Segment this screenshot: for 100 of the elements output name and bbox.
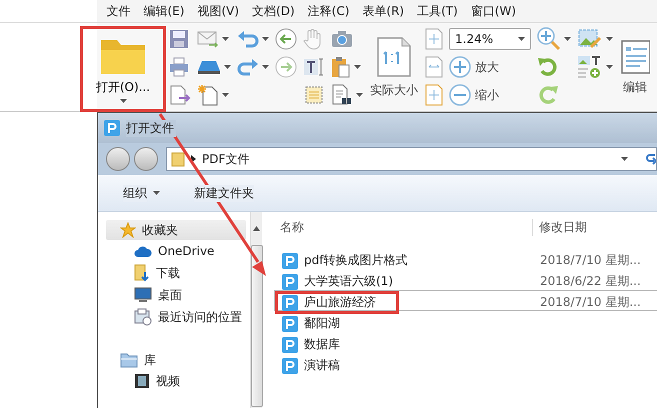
caret-icon[interactable] [224, 65, 231, 69]
nav-item[interactable]: OneDrive [106, 240, 250, 262]
camera-icon [331, 30, 353, 48]
zoom-out-button[interactable]: 缩小 [449, 84, 499, 106]
fit-page-icon [425, 28, 443, 50]
menu-item[interactable]: 表单(R) [356, 2, 411, 20]
image-edit-icon [577, 27, 603, 51]
column-header[interactable]: 名称 [274, 218, 532, 236]
file-name: 庐山旅游经济 [304, 294, 376, 311]
caret-icon[interactable] [262, 37, 269, 41]
file-row[interactable]: 鄱阳湖 [274, 311, 657, 332]
undo-icon [237, 29, 259, 49]
nav-group[interactable]: 收藏夹 [106, 220, 246, 240]
actual-size-icon [376, 36, 412, 78]
file-row[interactable]: 数据库 [274, 332, 657, 353]
back-button[interactable] [106, 147, 130, 171]
forward-button[interactable] [134, 147, 158, 171]
new-folder-button[interactable]: 新建文件夹 [194, 182, 254, 204]
recent-places-icon [134, 308, 152, 326]
hand-icon [303, 28, 323, 50]
file-row[interactable]: 演讲稿 [274, 353, 657, 374]
pdf-file-icon [282, 336, 298, 352]
nav-item[interactable]: 最近访问的位置 [106, 306, 250, 328]
file-name: 数据库 [304, 336, 340, 353]
caret-icon[interactable] [606, 65, 613, 69]
breadcrumb-arrow-icon [191, 155, 196, 163]
caret-icon[interactable] [356, 93, 363, 97]
nav-item[interactable]: 视频 [106, 370, 250, 392]
menu-item[interactable]: 窗口(W) [464, 2, 523, 20]
redo-icon [237, 57, 259, 77]
scrollbar-thumb[interactable] [250, 245, 262, 407]
menu-item[interactable]: 注释(C) [301, 2, 356, 20]
address-bar[interactable]: PDF文件 [166, 147, 657, 171]
star-icon [120, 222, 136, 238]
download-folder-icon [134, 264, 150, 282]
scrollbar[interactable] [250, 212, 262, 408]
caret-icon[interactable] [262, 65, 269, 69]
file-name: 大学英语六级(1) [304, 273, 393, 290]
file-date: 2018/7/10 星期... [539, 252, 642, 269]
caret-icon[interactable] [222, 93, 229, 97]
fit-width-icon [425, 56, 443, 78]
zoom-in-icon [537, 27, 561, 51]
menu-item[interactable]: 文档(D) [246, 2, 302, 20]
caret-icon[interactable] [606, 37, 613, 41]
plus-circle-icon [449, 56, 471, 78]
pdf-file-icon [282, 294, 298, 310]
envelope-icon [197, 30, 219, 48]
file-name: 鄱阳湖 [304, 315, 340, 332]
file-row[interactable]: pdf转换成图片格式 2018/7/10 星期... [274, 248, 657, 269]
new-document-icon [197, 84, 219, 106]
selection-frame-icon [303, 84, 325, 106]
zoom-field[interactable]: 1.24% [449, 28, 531, 50]
edit-button[interactable]: 编辑 [616, 38, 654, 96]
file-name: 演讲稿 [304, 357, 340, 374]
caret-icon[interactable] [518, 37, 525, 41]
minus-circle-icon [449, 84, 471, 106]
column-header[interactable]: 修改日期 [532, 218, 657, 236]
scroll-up-icon[interactable] [253, 226, 260, 231]
caret-icon[interactable] [153, 191, 160, 195]
document-search-icon [331, 84, 353, 106]
file-row[interactable]: 庐山旅游经济 2018/7/10 星期... [274, 290, 657, 311]
pdf-file-icon [282, 274, 298, 290]
desktop-icon [134, 287, 152, 303]
printer-icon [169, 57, 189, 77]
image-text-icon [577, 55, 603, 79]
caret-icon[interactable] [222, 37, 229, 41]
caret-icon[interactable] [621, 157, 628, 161]
actual-size-button[interactable]: 实际大小 [366, 36, 422, 98]
nav-item[interactable]: 下载 [106, 262, 250, 284]
nav-item[interactable]: 桌面 [106, 284, 250, 306]
file-row[interactable]: 大学英语六级(1) 2018/6/22 星期... [274, 269, 657, 290]
dialog-title: 打开文件 [126, 120, 176, 136]
address-path: PDF文件 [202, 150, 250, 168]
folder-icon [171, 151, 185, 167]
open-button[interactable]: 打开(O)... [80, 26, 166, 112]
nav-group[interactable]: 库 [106, 350, 246, 370]
cloud-icon [134, 244, 152, 258]
text-select-icon [303, 57, 325, 77]
fit-visible-icon [425, 84, 443, 106]
file-date: 2018/6/22 星期... [539, 273, 642, 290]
caret-icon[interactable] [354, 65, 361, 69]
pdf-file-icon [282, 316, 298, 332]
file-date: 2018/7/10 星期... [539, 294, 642, 311]
menu-item[interactable]: 编辑(E) [137, 2, 191, 20]
film-icon [134, 373, 150, 389]
menu-item[interactable]: 视图(V) [190, 2, 246, 20]
pdf-file-icon [282, 358, 298, 374]
edit-document-icon [620, 38, 650, 74]
menu-item[interactable]: 工具(T) [410, 2, 464, 20]
file-name: pdf转换成图片格式 [304, 252, 408, 269]
rotate-left-icon [537, 56, 559, 78]
pdf-file-icon [104, 120, 120, 136]
pdf-file-icon [282, 252, 298, 268]
refresh-icon[interactable] [646, 152, 656, 166]
menu-item[interactable]: 文件 [100, 2, 137, 20]
caret-icon[interactable] [120, 98, 126, 102]
zoom-in-button[interactable]: 放大 [449, 56, 499, 78]
caret-icon[interactable] [564, 37, 571, 41]
document-export-icon [169, 85, 191, 105]
rotate-right-icon [537, 84, 559, 106]
